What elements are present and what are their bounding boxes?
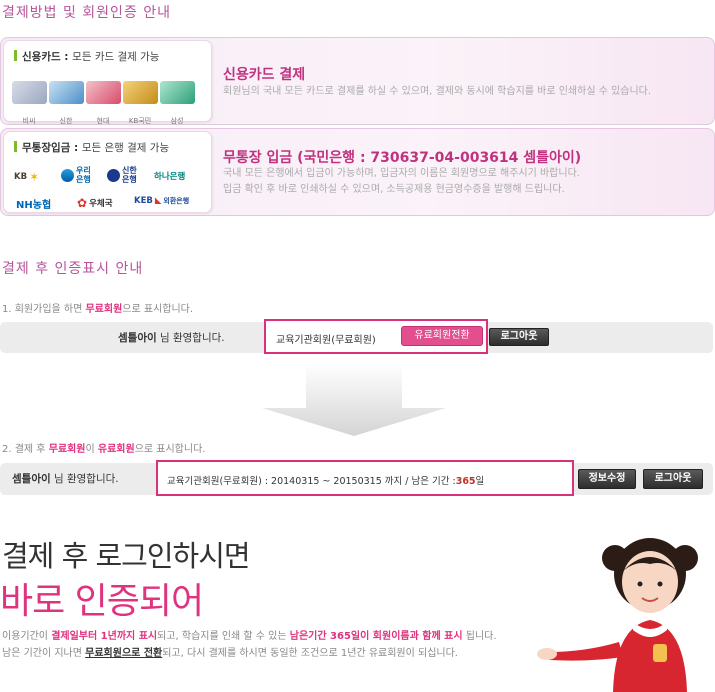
step2-label: 2. 결제 후 무료회원이 유료회원으로 표시합니다. bbox=[2, 444, 206, 455]
credit-card-title: 신용카드 결제 bbox=[223, 67, 306, 83]
credit-card-label: 신용카드 : 모든 카드 결제 가능 bbox=[14, 49, 159, 64]
promo-headline-1: 결제 후 로그인하시면 bbox=[2, 539, 251, 573]
section-title-payment: 결제방법 및 회원인증 안내 bbox=[2, 5, 172, 21]
samsung-card-icon bbox=[160, 81, 195, 104]
step2-highlight-box: 교육기관회원(무료회원) : 20140315 ~ 20150315 까지 / … bbox=[156, 460, 574, 496]
girl-mascot-image bbox=[537, 538, 698, 692]
promo-desc: 이용기간이 결제일부터 1년까지 표시되고, 학습지를 인쇄 할 수 있는 남은… bbox=[2, 628, 497, 662]
nh-bank-logo: NH농협 bbox=[16, 200, 52, 211]
promo-desc-line-2: 남은 기간이 지나면 무료회원으로 전환되고, 다시 결제를 하시면 동일한 조… bbox=[2, 648, 458, 659]
promo-desc-line-1: 이용기간이 결제일부터 1년까지 표시되고, 학습지를 인쇄 할 수 있는 남은… bbox=[2, 631, 497, 642]
woori-bank-logo: 우리은행 bbox=[61, 166, 96, 184]
kb-bank-logo: KB ✶ bbox=[14, 170, 40, 184]
card-name-samsung: 삼성 bbox=[170, 117, 184, 125]
step1-welcome: 셈틀아이 님 환영합니다. bbox=[118, 332, 225, 344]
convert-paid-button[interactable]: 유료회원전환 bbox=[401, 326, 483, 346]
card-name-shinhan: 신한 bbox=[59, 117, 73, 125]
credit-card-logos: 신용카드 : 모든 카드 결제 가능 비씨 신한 현대 KB국민 삼성 bbox=[3, 40, 212, 125]
logout-button[interactable]: 로그아웃 bbox=[489, 328, 549, 346]
card-images: 비씨 신한 현대 KB국민 삼성 bbox=[12, 81, 207, 127]
step1-highlight-box: 교육기관회원(무료회원) 유료회원전환 bbox=[264, 319, 488, 354]
step1-status-bar: 셈틀아이 님 환영합니다. 교육기관회원(무료회원) 유료회원전환 로그아웃 bbox=[0, 319, 713, 354]
shinhan-bank-logo: 신한은행 bbox=[107, 166, 142, 184]
section-title-auth: 결제 후 인증표시 안내 bbox=[2, 261, 144, 277]
step2-status-bar: 셈틀아이 님 환영합니다. 교육기관회원(무료회원) : 20140315 ~ … bbox=[0, 460, 713, 496]
bank-logos: 무통장입금 : 모든 은행 결제 가능 KB ✶ 우리은행 신한은행 하나은행 N… bbox=[3, 131, 212, 213]
card-name-hyundai: 현대 bbox=[96, 117, 110, 125]
bank-transfer-panel: 무통장입금 : 모든 은행 결제 가능 KB ✶ 우리은행 신한은행 하나은행 N… bbox=[0, 128, 715, 216]
logout-button-2[interactable]: 로그아웃 bbox=[643, 469, 703, 489]
bank-transfer-desc-2: 입금 확인 후 바로 인쇄하실 수 있으며, 소득공제용 현금영수증을 발행해 … bbox=[223, 184, 565, 195]
hyundai-card-icon bbox=[86, 81, 121, 104]
down-arrow-icon bbox=[262, 364, 446, 436]
bank-transfer-label: 무통장입금 : 모든 은행 결제 가능 bbox=[14, 140, 169, 155]
card-name-bc: 비씨 bbox=[22, 117, 36, 125]
promo-headline-2: 바로 인증되어 bbox=[0, 581, 204, 622]
bank-transfer-desc-1: 국내 모든 은행에서 입금이 가능하며, 입금자의 이름은 회원명으로 해주시기… bbox=[223, 168, 580, 179]
bc-card-icon bbox=[12, 81, 47, 104]
step1-status-text: 교육기관회원(무료회원) bbox=[276, 335, 376, 346]
edit-info-button[interactable]: 정보수정 bbox=[578, 469, 636, 489]
step2-welcome: 셈틀아이 님 환영합니다. bbox=[12, 473, 119, 485]
hana-bank-logo: 하나은행 bbox=[154, 172, 186, 182]
keb-bank-logo: KEB ◣ 외환은행 bbox=[134, 196, 190, 206]
kb-card-icon bbox=[123, 81, 158, 104]
step1-label: 1. 회원가입을 하면 무료회원으로 표시합니다. bbox=[2, 304, 194, 315]
credit-card-panel: 신용카드 : 모든 카드 결제 가능 비씨 신한 현대 KB국민 삼성 신용카드… bbox=[0, 37, 715, 125]
shinhan-card-icon bbox=[49, 81, 84, 104]
step2-status-text: 교육기관회원(무료회원) : 20140315 ~ 20150315 까지 / … bbox=[167, 476, 485, 487]
card-name-kb: KB국민 bbox=[128, 117, 152, 125]
credit-card-desc: 회원님의 국내 모든 카드로 결제를 하실 수 있으며, 결제와 동시에 학습지… bbox=[223, 86, 652, 97]
post-office-logo: ✿ 우체국 bbox=[77, 196, 113, 210]
bank-transfer-title: 무통장 입금 (국민은행 : 730637-04-003614 셈틀아이) bbox=[223, 150, 582, 166]
